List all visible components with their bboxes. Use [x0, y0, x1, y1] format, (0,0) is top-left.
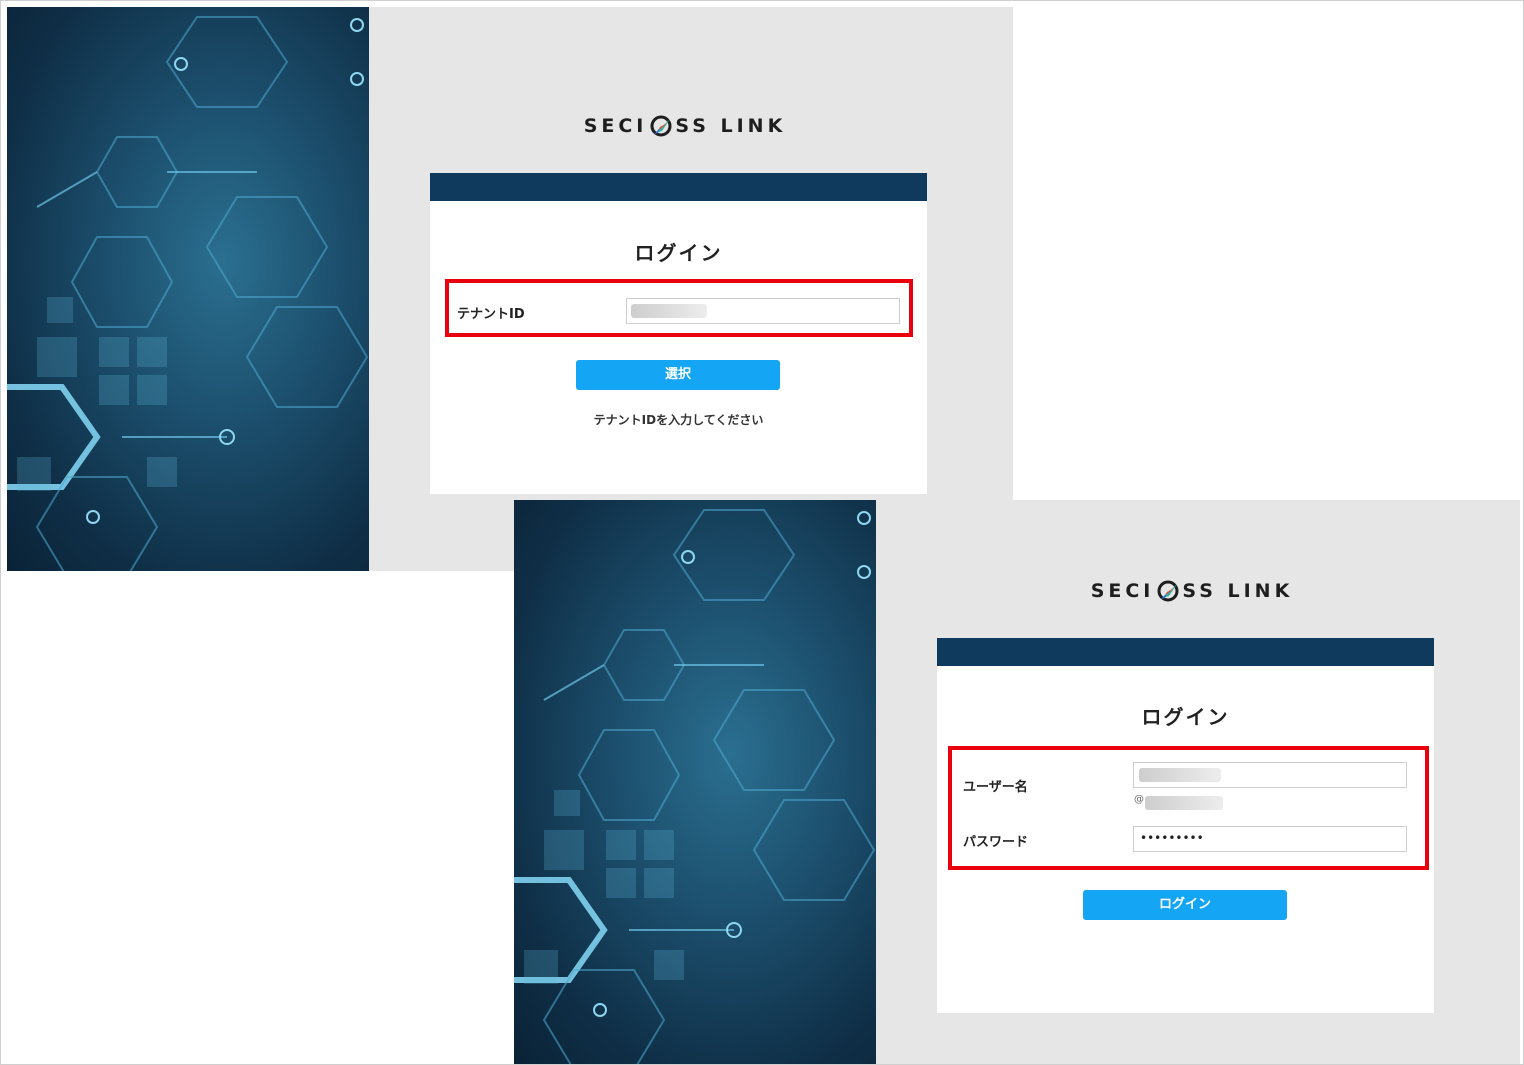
card-header-bar	[937, 638, 1434, 666]
logo-mark-icon	[1157, 580, 1179, 602]
domain-at-sign: @	[1134, 794, 1144, 805]
login-card: ログイン テナントID 選択 テナントIDを入力してください	[430, 173, 927, 494]
circuit-hexagon-pattern	[514, 509, 876, 1064]
password-label: パスワード	[963, 835, 1029, 850]
seciss-link-logo: SECI SS LINK	[1090, 580, 1294, 602]
login-title: ログイン	[634, 241, 723, 265]
logo-mark-icon	[650, 115, 672, 137]
tenant-login-screen: SECI SS LINK ログイン テナントID 選択 テナントIDを入力してく…	[7, 7, 1013, 571]
login-title: ログイン	[1141, 705, 1230, 729]
password-input[interactable]: •••••••••	[1133, 826, 1407, 852]
user-login-screen: SECI SS LINK ログイン ユーザー名 @ パスワード ••••••••…	[514, 500, 1520, 1064]
redacted-value	[631, 304, 707, 318]
tenant-id-label: テナントID	[457, 307, 525, 322]
redacted-domain	[1145, 796, 1223, 810]
seciss-link-logo: SECI SS LINK	[583, 115, 787, 137]
redacted-value	[1139, 768, 1221, 782]
login-card: ログイン ユーザー名 @ パスワード ••••••••• ログイン	[937, 638, 1434, 1013]
hero-background-image	[514, 500, 876, 1064]
login-button[interactable]: ログイン	[1083, 890, 1287, 920]
circuit-hexagon-pattern	[7, 16, 369, 571]
card-header-bar	[430, 173, 927, 201]
hero-background-image	[7, 7, 369, 571]
helper-text: テナントIDを入力してください	[593, 413, 764, 427]
select-button[interactable]: 選択	[576, 360, 780, 390]
username-label: ユーザー名	[963, 780, 1028, 795]
